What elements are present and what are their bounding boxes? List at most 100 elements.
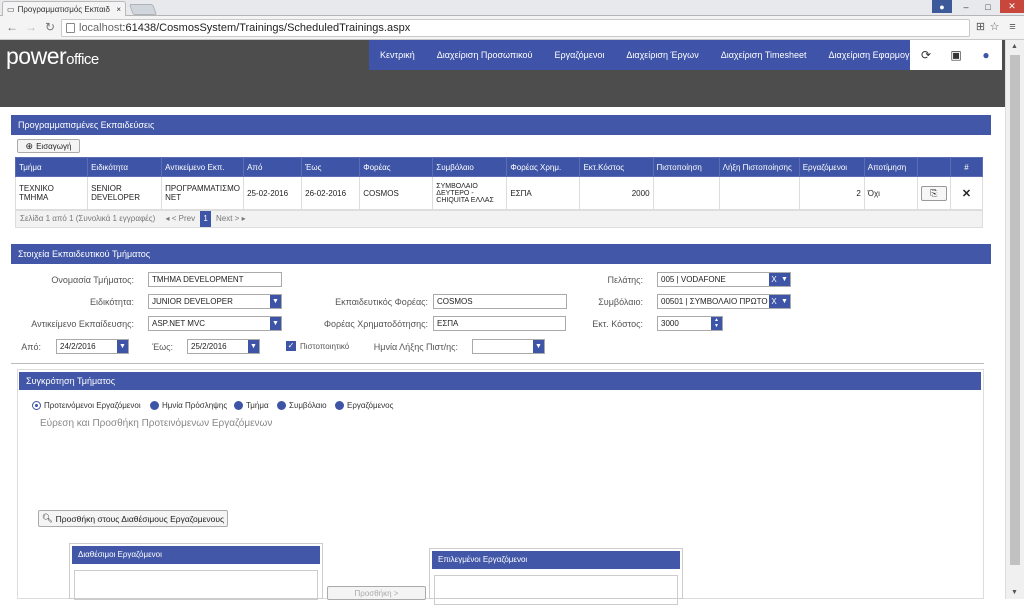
chevron-down-icon[interactable]: ▼ — [779, 273, 790, 286]
nav-employees[interactable]: Εργαζόμενοι — [543, 40, 615, 70]
subject-select[interactable]: ASP.NET MVC ▼ — [148, 316, 282, 331]
translate-icon[interactable]: ⊞ — [973, 20, 988, 35]
from-date-picker[interactable]: 24/2/2016 ▼ — [56, 339, 129, 354]
col-header[interactable]: Έως — [301, 157, 361, 177]
edu-body-input[interactable]: COSMOS — [433, 294, 567, 309]
available-employees-list[interactable] — [74, 570, 318, 600]
clear-icon[interactable]: X — [769, 295, 779, 308]
funding-input[interactable]: ΕΣΠΑ — [433, 316, 566, 331]
composition-header: Συγκρότηση Τμήματος — [19, 372, 981, 390]
chevron-down-icon[interactable]: ▼ — [117, 340, 128, 353]
cell-employees: 2 — [798, 176, 865, 210]
dept-name-input[interactable]: ΤΜΗΜΑ DEVELOPMENT — [148, 272, 282, 287]
prev-page-link[interactable]: < Prev — [172, 214, 195, 223]
col-header[interactable]: Εκτ.Κόστος — [579, 157, 654, 177]
col-header[interactable]: Φορέας Χρημ. — [506, 157, 581, 177]
edit-icon[interactable]: ⎘ — [920, 185, 947, 201]
window-icon[interactable]: ▣ — [940, 40, 972, 70]
contract-select[interactable]: 00501 | ΣΥΜΒΟΛΑΙΟ ΠΡΩΤΟ - X ▼ — [657, 294, 791, 309]
col-header — [916, 157, 951, 177]
radio-suggested[interactable]: Προτεινόμενοι Εργαζόμενοι — [32, 401, 141, 410]
insert-button[interactable]: ⊕ Εισαγωγή — [17, 139, 80, 153]
cost-stepper[interactable]: 3000 ▲ ▼ — [657, 316, 723, 331]
col-header[interactable]: Εργαζόμενοι — [798, 157, 865, 177]
cert-expiry-picker[interactable]: ▼ — [472, 339, 545, 354]
add-arrow-button[interactable]: Προσθήκη > — [327, 586, 426, 600]
scroll-down-icon[interactable]: ▼ — [1011, 589, 1018, 596]
add-to-available-button[interactable]: 🔍︎ Προσθήκη στους Διαθέσιμους Εργαζομενο… — [38, 510, 228, 527]
table-header-row: Τμήμα Ειδικότητα Αντικείμενο Εκπ. Από Έω… — [14, 157, 984, 177]
browser-tab[interactable]: ▭ Προγραμματισμός Εκπαιδ × — [2, 1, 126, 16]
close-tab-icon[interactable]: × — [116, 5, 121, 14]
scroll-up-icon[interactable]: ▲ — [1011, 43, 1018, 50]
minimize-icon[interactable]: – — [956, 0, 976, 13]
bookmark-star-icon[interactable]: ☆ — [987, 20, 1002, 35]
specialty-select[interactable]: JUNIOR DEVELOPER ▼ — [148, 294, 282, 309]
radio-hire-date[interactable]: Ημνία Πρόσληψης — [150, 401, 227, 410]
col-header[interactable]: Πιστοποίηση — [652, 157, 720, 177]
user-profile-icon[interactable]: ● — [932, 0, 952, 13]
url-input[interactable]: localhost:61438/CosmosSystem/Trainings/S… — [61, 19, 970, 37]
first-page-icon[interactable]: ◂ — [165, 214, 169, 223]
next-page-link[interactable]: Next > — [216, 214, 239, 223]
scroll-thumb[interactable] — [1010, 55, 1020, 565]
vertical-scrollbar[interactable]: ▲ ▼ — [1005, 40, 1024, 599]
col-header[interactable]: Λήξη Πιστοποίησης — [718, 157, 800, 177]
col-header[interactable]: Ειδικότητα — [87, 157, 163, 177]
refresh-icon[interactable]: ⟳ — [910, 40, 942, 70]
funding-label: Φορέας Χρηματοδότησης: — [323, 319, 428, 329]
app-header: poweroffice Κεντρική Διαχείριση Προσωπικ… — [0, 40, 1005, 134]
menu-icon[interactable]: ≡ — [1005, 20, 1020, 35]
clear-icon[interactable]: X — [769, 273, 779, 286]
nav-projects[interactable]: Διαχείριση Έργων — [615, 40, 709, 70]
cell-subject: ΠΡΟΓΡΑΜΜΑΤΙΣΜΟ NET — [161, 176, 245, 210]
certificate-checkbox[interactable]: ✓ — [286, 341, 296, 351]
app-logo[interactable]: poweroffice — [6, 43, 99, 70]
radio-employee[interactable]: Εργαζόμενος — [335, 401, 393, 410]
radio-label: Συμβόλαιο — [289, 401, 327, 410]
table-row[interactable]: ΤΕΧΝΙΚΟ ΤΜΗΜΑ SENIOR DEVELOPER ΠΡΟΓΡΑΜΜΑ… — [14, 176, 984, 210]
radio-icon — [234, 401, 243, 410]
col-header[interactable]: Φορέας — [359, 157, 434, 177]
col-header[interactable]: Συμβόλαιο — [432, 157, 508, 177]
col-header[interactable]: Τμήμα — [14, 157, 89, 177]
radio-department[interactable]: Τμήμα — [234, 401, 269, 410]
user-icon[interactable]: ● — [970, 40, 1002, 70]
delete-icon[interactable]: ✕ — [962, 188, 971, 200]
address-bar: ← → ↻ localhost:61438/CosmosSystem/Train… — [0, 16, 1024, 40]
chevron-down-icon[interactable]: ▼ — [779, 295, 790, 308]
maximize-icon[interactable]: □ — [978, 0, 998, 13]
client-select[interactable]: 005 | VODAFONE X ▼ — [657, 272, 791, 287]
col-header[interactable]: Αποτίμηση — [863, 157, 918, 177]
chevron-down-icon[interactable]: ▼ — [533, 340, 544, 353]
page-favicon-icon: ▭ — [7, 4, 15, 14]
forward-icon[interactable]: → — [24, 20, 38, 34]
chevron-down-icon[interactable]: ▼ — [270, 317, 281, 330]
subject-value: ASP.NET MVC — [152, 319, 206, 328]
to-date-picker[interactable]: 25/2/2016 ▼ — [187, 339, 260, 354]
new-tab-button[interactable] — [128, 4, 158, 15]
url-path: :61438/CosmosSystem/Trainings/ScheduledT… — [122, 22, 411, 34]
subject-label: Αντικείμενο Εκπαίδευσης: — [31, 319, 134, 329]
chevron-down-icon[interactable]: ▼ — [270, 295, 281, 308]
stepper-icon[interactable]: ▲ ▼ — [711, 317, 722, 330]
specialty-value: JUNIOR DEVELOPER — [152, 297, 233, 306]
reload-icon[interactable]: ↻ — [43, 20, 57, 34]
nav-home[interactable]: Κεντρική — [369, 40, 426, 70]
close-window-icon[interactable]: ✕ — [1000, 0, 1024, 13]
from-label: Από: — [21, 342, 41, 352]
radio-contract[interactable]: Συμβόλαιο — [277, 401, 327, 410]
selected-employees-list[interactable] — [434, 575, 678, 605]
current-page[interactable]: 1 — [200, 211, 211, 227]
chevron-down-icon[interactable]: ▼ — [248, 340, 259, 353]
nav-timesheet[interactable]: Διαχείριση Timesheet — [710, 40, 818, 70]
col-header[interactable]: Αντικείμενο Εκπ. — [161, 157, 245, 177]
cell-cert-expiry — [718, 176, 800, 210]
cell-specialty: SENIOR DEVELOPER — [87, 176, 163, 210]
radio-label: Τμήμα — [246, 401, 269, 410]
available-employees-header: Διαθέσιμοι Εργαζόμενοι — [72, 546, 320, 564]
back-icon[interactable]: ← — [5, 20, 19, 34]
col-header[interactable]: Από — [243, 157, 303, 177]
last-page-icon[interactable]: ▸ — [242, 214, 246, 223]
nav-staff[interactable]: Διαχείριση Προσωπικού — [426, 40, 544, 70]
